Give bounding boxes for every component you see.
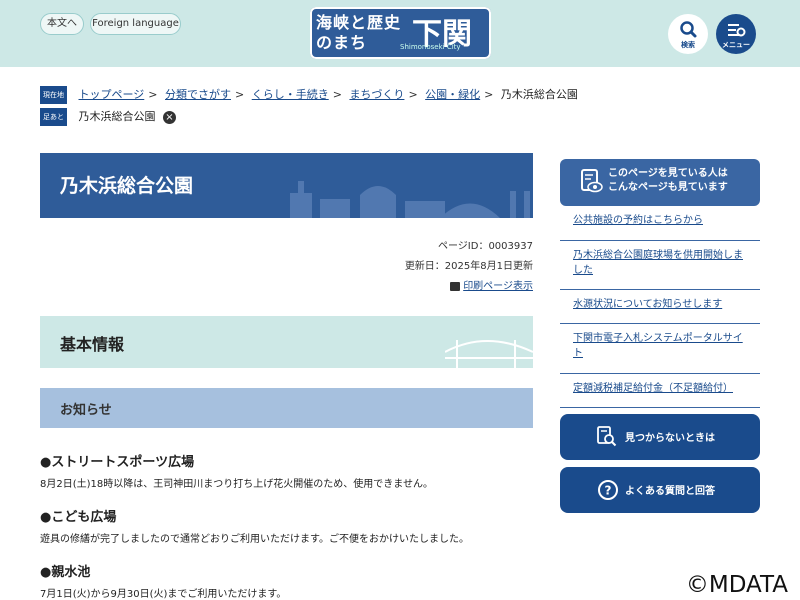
not-found-button[interactable]: 見つからないときは bbox=[560, 414, 760, 460]
related-link-facility-reservation[interactable]: 公共施設の予約はこちらから bbox=[573, 213, 748, 228]
breadcrumb-link-parks[interactable]: 公園・緑化 bbox=[425, 88, 480, 101]
cityscape-decoration bbox=[290, 181, 530, 218]
watermark: ©MDATA bbox=[685, 572, 788, 598]
related-pages-heading-text: このページを見ている人は こんなページも見ています bbox=[608, 167, 728, 195]
notice-heading-kids-square: ●こども広場 bbox=[40, 510, 117, 525]
related-link-tennis-court[interactable]: 乃木浜総合公園庭球場を供用開始しました bbox=[573, 248, 748, 278]
faq-button[interactable]: ? よくある質問と回答 bbox=[560, 467, 760, 513]
notice-body-kids-square: 遊具の修繕が完了しましたので通常どおりご利用いただけます。ご不便をおかけいたしま… bbox=[40, 534, 469, 545]
logo-sub-text: Shimonoseki City bbox=[400, 43, 461, 51]
notice-heading-water-pond: ●親水池 bbox=[40, 565, 91, 580]
page-title-banner: 乃木浜総合公園 bbox=[40, 153, 533, 218]
document-search-icon bbox=[597, 426, 617, 447]
notice-body-water-pond: 7月1日(火)から9月30日(火)までご利用いただけます。 bbox=[40, 589, 287, 600]
question-icon: ? bbox=[598, 480, 618, 500]
subsection-heading-text: お知らせ bbox=[60, 403, 112, 418]
related-divider bbox=[560, 289, 760, 290]
related-divider bbox=[560, 407, 760, 408]
related-divider bbox=[560, 323, 760, 324]
svg-text:?: ? bbox=[605, 484, 612, 498]
notice-heading-street-sports: ●ストリートスポーツ広場 bbox=[40, 455, 195, 470]
search-label: 検索 bbox=[681, 41, 695, 49]
print-label[interactable]: 印刷ページ表示 bbox=[463, 281, 533, 292]
footprint-item[interactable]: 乃木浜総合公園 bbox=[79, 110, 156, 123]
menu-icon bbox=[728, 24, 746, 37]
notice-body-street-sports: 8月2日(土)18時以降は、王司神田川まつり打ち上げ花火開催のため、使用できませ… bbox=[40, 479, 433, 490]
breadcrumb-link-top[interactable]: トップページ bbox=[79, 88, 145, 101]
section-heading-text: 基本情報 bbox=[60, 335, 125, 354]
search-button[interactable]: 検索 bbox=[668, 14, 708, 54]
related-link-tax-benefit[interactable]: 定額減税補足給付金（不足額給付） bbox=[573, 381, 748, 396]
menu-button[interactable]: メニュー bbox=[716, 14, 756, 54]
document-eye-icon bbox=[581, 169, 603, 193]
breadcrumb-link-living[interactable]: くらし・手続き bbox=[252, 88, 329, 101]
search-icon bbox=[680, 21, 697, 38]
section-heading-basic-info: 基本情報 bbox=[40, 316, 533, 368]
faq-label: よくある質問と回答 bbox=[625, 486, 715, 497]
breadcrumb-link-town[interactable]: まちづくり bbox=[349, 88, 404, 101]
breadcrumb-current: 乃木浜総合公園 bbox=[500, 88, 578, 101]
page-id: ページID：0003937 bbox=[438, 241, 533, 252]
bridge-decoration bbox=[445, 340, 533, 368]
related-pages-heading-line2: こんなページも見ています bbox=[608, 182, 728, 193]
related-pages-heading-line1: このページを見ている人は bbox=[608, 168, 728, 179]
printer-icon bbox=[450, 281, 461, 291]
not-found-label: 見つからないときは bbox=[625, 433, 715, 444]
close-icon[interactable]: × bbox=[163, 110, 176, 124]
related-divider bbox=[560, 240, 760, 241]
site-logo[interactable]: 海峡と歴史のまち 下関 Shimonoseki City bbox=[310, 7, 491, 59]
print-link[interactable]: 印刷ページ表示 bbox=[450, 277, 533, 292]
updated-date: 更新日：2025年8月1日更新 bbox=[404, 261, 533, 272]
related-divider bbox=[560, 373, 760, 374]
skip-to-content-link[interactable]: 本文へ bbox=[40, 13, 84, 35]
page-title: 乃木浜総合公園 bbox=[60, 175, 194, 197]
breadcrumb: 現在地 トップページ > 分類でさがす > くらし・手続き > まちづくり > 公園・緑… bbox=[40, 86, 578, 130]
related-pages-heading: このページを見ている人は こんなページも見ています bbox=[560, 159, 760, 206]
foreign-language-link[interactable]: Foreign language bbox=[90, 13, 181, 35]
footprint-tag: 足あと bbox=[40, 108, 67, 126]
related-link-water-source[interactable]: 水源状況についてお知らせします bbox=[573, 297, 748, 312]
current-location-tag: 現在地 bbox=[40, 86, 67, 104]
menu-label: メニュー bbox=[722, 41, 750, 49]
related-link-bidding-portal[interactable]: 下関市電子入札システムポータルサイト bbox=[573, 331, 748, 361]
breadcrumb-link-category[interactable]: 分類でさがす bbox=[165, 88, 231, 101]
subsection-heading-notices: お知らせ bbox=[40, 388, 533, 428]
